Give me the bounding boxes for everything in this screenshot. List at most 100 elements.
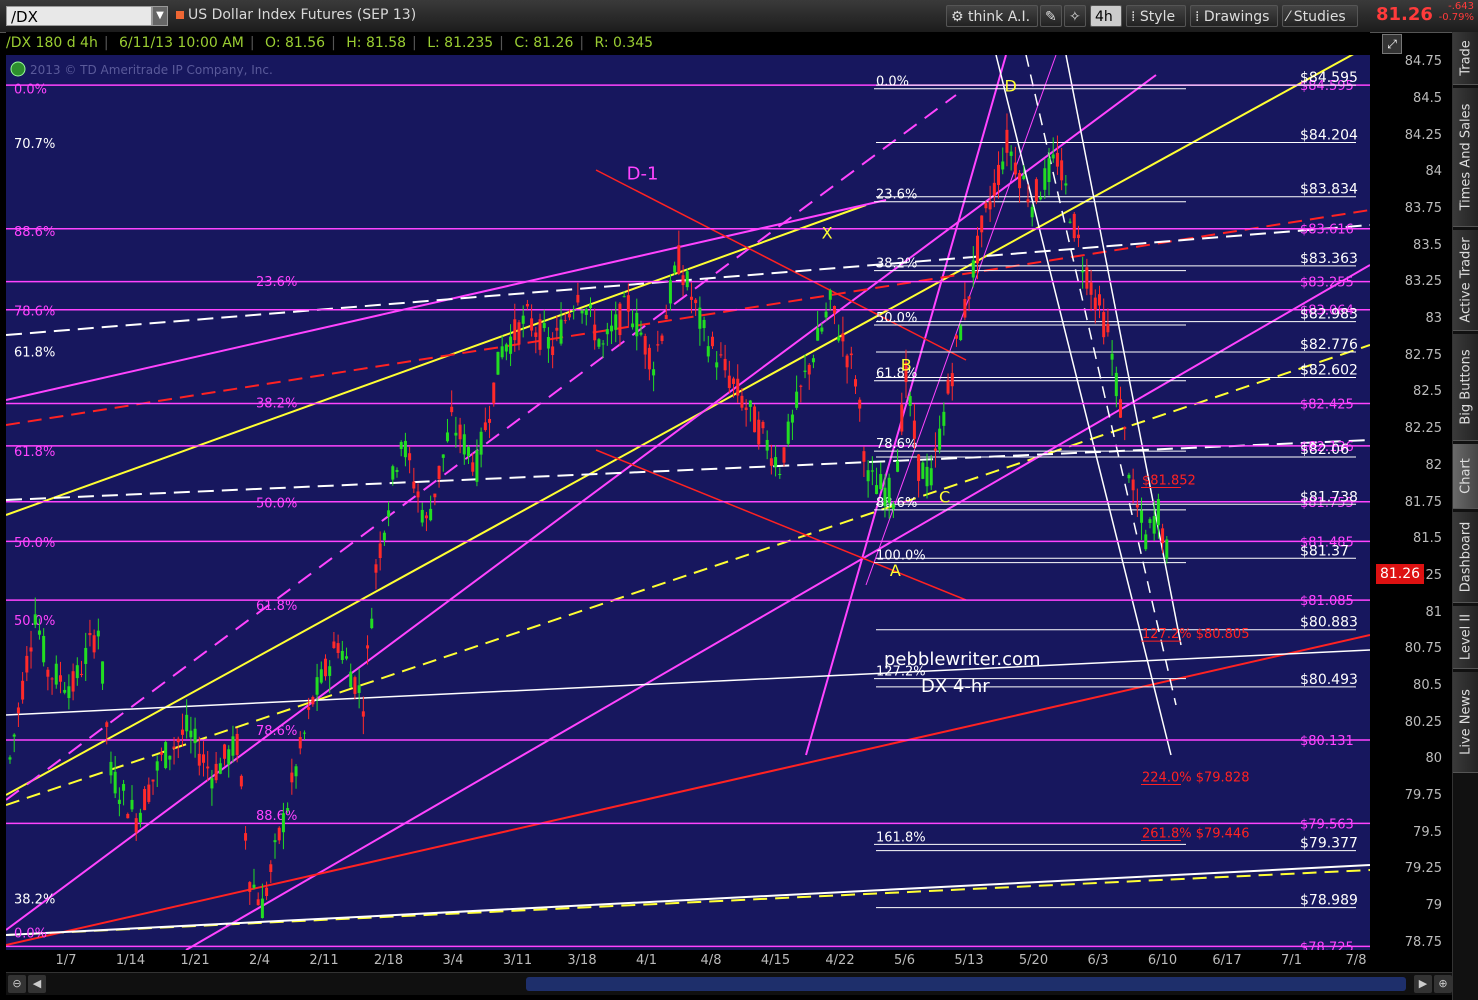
candle-body [1119,399,1123,418]
zoom-out-icon[interactable]: ⊖ [8,975,26,993]
price-tick-label: 84.75 [1404,54,1442,70]
candle-body [971,260,975,278]
candle-body [395,469,399,472]
sidebar-tab-chart[interactable]: Chart [1453,444,1478,509]
price-tick-label: 82.25 [1404,421,1442,437]
drawings-button[interactable]: ⁞ Drawings [1190,5,1278,27]
symbol-dropdown-icon[interactable]: ▼ [152,6,168,26]
candle-body [689,296,693,300]
price-tick-label: 83.25 [1404,274,1442,290]
scroll-left-icon[interactable]: ◀ [28,975,46,993]
candle-body [660,335,664,342]
study-infobar: /DX 180 d 4h | 6/11/13 10:00 AM | O: 81.56… [6,32,1370,54]
time-tick-label: 5/13 [954,953,984,968]
time-tick-label: 2/18 [373,953,404,968]
candle-body [753,406,757,433]
candle-body [765,439,769,451]
time-axis[interactable]: 1/7 1/14 1/21 2/4 2/11 2/18 3/4 3/11 3/18 4/1 4/8 4… [6,950,1370,972]
sidebar-tab-label: Level II [1458,613,1474,661]
sidebar-tab-times-and-sales[interactable]: Times And Sales [1453,88,1478,227]
candle-body [622,296,626,298]
trendline [6,439,1370,501]
candle-body [933,448,937,451]
sidebar-tab-dashboard[interactable]: Dashboard [1453,512,1478,603]
candle-body [1064,183,1068,186]
price-tick-label: 83.75 [1404,201,1442,217]
price-tick-label: 80.5 [1413,677,1442,693]
wrench-icon[interactable]: ✧ [1064,5,1086,27]
candle-body [458,424,462,440]
candle-body [433,493,437,498]
price-tick-label: 84.5 [1413,91,1442,107]
candle-body [67,686,71,699]
study-label[interactable]: /DX 180 d 4h [6,35,98,51]
bar-datetime: 6/11/13 10:00 AM [119,35,244,51]
candle-body [732,378,736,384]
fib-percent-label: 88.6% [256,809,297,824]
chart-scrollbar[interactable]: ⊖ ◀ ▶ ⊕ [6,972,1456,995]
fib-percent-label: 61.8% [14,445,55,460]
studies-button[interactable]: ⁄ Studies [1282,5,1358,27]
chart-settings-icon[interactable]: ⤢ [1382,34,1402,54]
candle-body [521,315,525,324]
sidebar-tab-trade[interactable]: Trade [1453,32,1478,85]
candle-body [370,618,374,629]
infobar-separator: | [579,35,585,51]
candle-body [635,312,639,337]
symbol-input[interactable]: /DX [6,6,152,26]
studies-icon: ⁄ [1287,9,1290,25]
think-ai-button[interactable]: ⚙ think A.I. [946,5,1038,27]
candle-body [235,733,239,755]
candle-body [1068,221,1072,223]
candle-body [277,827,281,841]
candle-body [1047,158,1051,183]
candle-body [441,454,445,458]
scrollbar-thumb[interactable] [526,977,1406,991]
sidebar-tab-big-buttons[interactable]: Big Buttons [1453,334,1478,441]
sidebar-tab-active-trader[interactable]: Active Trader [1453,230,1478,331]
candle-body [92,635,96,653]
candle-body [50,678,54,680]
time-tick-label: 1/21 [180,953,210,968]
candle-body [294,766,298,777]
candle-body [673,265,677,273]
drawing-tool-icon[interactable]: ✎ [1040,5,1062,27]
style-button[interactable]: ⁞ Style [1126,5,1186,27]
candle-body [1039,197,1043,200]
fib-percent-label: 38.2% [256,397,297,412]
price-change: -.643 -0.79% [1432,1,1474,23]
sidebar-tab-live-news[interactable]: Live News [1453,672,1478,773]
candle-body [710,336,714,347]
style-icon: ⁞ [1131,9,1136,25]
target-level-price: $82.06 [1300,442,1349,458]
price-tick-label: 80.25 [1404,714,1442,730]
bar-high: H: 81.58 [346,35,407,51]
time-tick-label: 7/8 [1345,953,1367,968]
sidebar-tab-level-ii[interactable]: Level II [1453,606,1478,669]
candle-body [782,447,786,463]
candle-body [21,680,25,700]
price-axis[interactable]: 84.75 84.5 84.25 84 83.75 83.5 83.25 83 82.75 82.… [1370,54,1448,950]
candle-body [567,313,571,318]
candle-body [492,382,496,404]
zoom-in-icon[interactable]: ⊕ [1434,975,1452,993]
scroll-right-icon[interactable]: ▶ [1414,975,1432,993]
candle-body [984,203,988,209]
candle-body [942,411,946,426]
price-tick-label: 79.5 [1413,824,1442,840]
price-tick-label: 78.75 [1404,934,1442,950]
infobar-separator: | [499,35,504,51]
price-chart[interactable]: $84.595 $83.616 $83.255 $83.064 $82.425 $82.1… [6,55,1370,950]
candle-body [534,332,538,337]
timeframe-button[interactable]: 4h [1090,5,1122,27]
price-tick-label: 82.5 [1413,384,1442,400]
candle-body [1001,161,1005,170]
style-label: Style [1139,9,1176,25]
candle-body [580,310,584,314]
price-tick-label: 84 [1425,164,1442,180]
candle-body [917,454,921,481]
candle-body [605,329,609,335]
candle-body [664,315,668,320]
candle-body [227,749,231,765]
candle-body [1013,162,1017,175]
